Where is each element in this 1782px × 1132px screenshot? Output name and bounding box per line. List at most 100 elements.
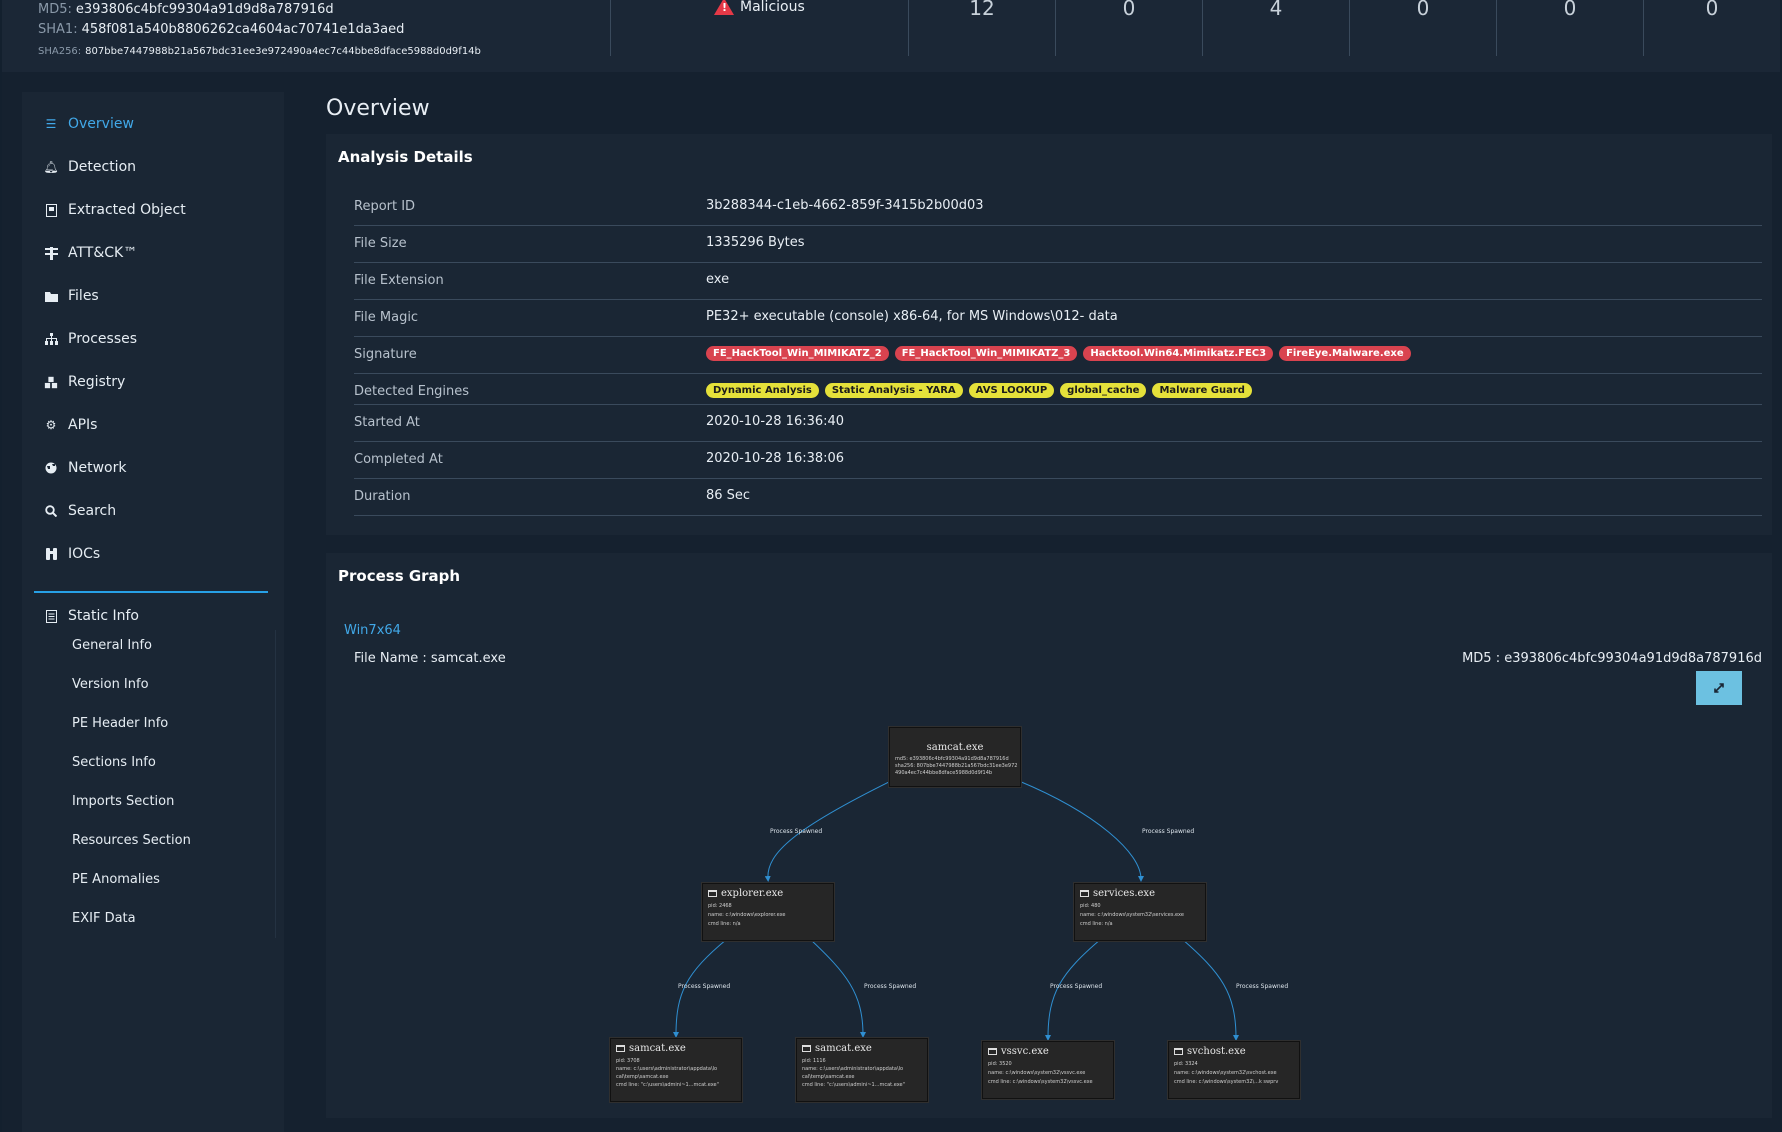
detail-row-started-at: Started At 2020-10-28 16:36:40 [354,405,1762,442]
node-meta: pid: 3324 name: c:\windows\system32\svch… [1174,1061,1279,1085]
bell-icon: 🔔︎ [43,160,59,174]
edge-explorer-samcat2 [809,938,866,1038]
detail-row-completed-at: Completed At 2020-10-28 16:38:06 [354,442,1762,479]
stat-column: 0 [1496,0,1643,56]
engine-tags: Dynamic Analysis Static Analysis - YARA … [706,383,1252,398]
detail-row-file-size: File Size 1335296 Bytes [354,226,1762,263]
stat-value: 12 [969,0,995,20]
process-node-samcat-1[interactable]: samcat.exe pid: 3708 name: c:\users\admi… [610,1038,742,1102]
engine-tag: Malware Guard [1152,383,1252,398]
verdict-badge: Malicious [714,0,805,15]
engine-tag: AVS LOOKUP [968,383,1055,398]
completed-at-value: 2020-10-28 16:38:06 [706,451,845,466]
sidebar-item-files[interactable]: Files [44,284,99,308]
sitemap-icon [44,332,58,346]
node-title: samcat.exe [797,1039,927,1054]
detail-row-detected-engines: Detected Engines Dynamic Analysis Static… [354,374,1762,405]
sidebar-item-extracted-object[interactable]: Extracted Object [44,198,186,222]
sidebar-item-search[interactable]: Search [44,499,116,523]
stat-column: 12 [908,0,1055,56]
sidebar: ☰ Overview 🔔︎ Detection Extracted Object A… [22,92,284,1132]
warning-icon [714,0,734,15]
submenu-item-version-info[interactable]: Version Info [72,673,149,695]
sidebar-item-registry[interactable]: Registry [44,370,125,394]
node-meta: pid: 3708 name: c:\users\administrator\a… [616,1058,719,1088]
md5-line: MD5: e393806c4bfc99304a91d9d8a787916d [38,2,334,17]
detail-row-report-id: Report ID 3b288344-c1eb-4662-859f-3415b2… [354,189,1762,226]
node-title: explorer.exe [703,884,833,899]
process-node-explorer[interactable]: explorer.exe pid: 2468 name: c:\windows\… [702,883,834,941]
page-title: Overview [326,96,430,121]
process-node-services[interactable]: services.exe pid: 480 name: c:\windows\s… [1074,883,1206,941]
process-node-svchost[interactable]: svchost.exe pid: 3324 name: c:\windows\s… [1168,1041,1300,1099]
signature-tag: Hacktool.Win64.Mimikatz.FEC3 [1083,346,1274,361]
node-title: services.exe [1075,884,1205,899]
sidebar-item-overview[interactable]: ☰ Overview [44,112,134,136]
engine-tag: Static Analysis - YARA [824,383,963,398]
engine-tag: Dynamic Analysis [706,383,819,398]
sha1-line: SHA1: 458f081a540b8806262ca4604ac70741e1d… [38,22,405,37]
globe-icon [44,461,58,475]
md5-value: e393806c4bfc99304a91d9d8a787916d [75,2,334,17]
analysis-details-title: Analysis Details [338,148,473,166]
header-bar: MD5: e393806c4bfc99304a91d9d8a787916d SHA… [2,0,1780,72]
submenu-item-exif-data[interactable]: EXIF Data [72,907,136,929]
node-title: samcat.exe [926,742,984,753]
node-title: svchost.exe [1169,1042,1299,1057]
sidebar-item-detection[interactable]: 🔔︎ Detection [43,155,136,179]
sidebar-item-iocs[interactable]: IOCs [44,542,100,566]
sidebar-item-processes[interactable]: Processes [44,327,137,351]
process-graph-edges [673,729,1239,1041]
file-magic-value: PE32+ executable (console) x86-64, for M… [706,309,1118,324]
window-icon [1080,890,1089,897]
stat-column: 0 [1055,0,1202,56]
document-icon [44,203,58,217]
static-info-submenu: General Info Version Info PE Header Info… [58,630,276,938]
edge-label: Process Spawned [678,983,731,990]
search-icon [44,504,58,518]
sidebar-item-attack[interactable]: ATT&CK™ [44,241,137,265]
window-icon [708,890,717,897]
detail-row-duration: Duration 86 Sec [354,479,1762,516]
sidebar-item-apis[interactable]: ⚙ APIs [44,413,98,437]
detail-row-signature: Signature FE_HackTool_Win_MIMIKATZ_2 FE_… [354,337,1762,374]
detail-row-file-magic: File Magic PE32+ executable (console) x8… [354,300,1762,337]
edge-label: Process Spawned [1236,983,1289,990]
node-meta: pid: 480 name: c:\windows\system32\servi… [1080,903,1184,927]
cubes-icon [44,375,58,389]
stat-value: 0 [1416,0,1430,20]
submenu-item-resources-section[interactable]: Resources Section [72,829,191,851]
cogs-icon: ⚙ [45,418,57,432]
started-at-value: 2020-10-28 16:36:40 [706,414,845,429]
filter-icon [44,246,58,260]
window-icon [616,1045,625,1052]
sidebar-item-static-info[interactable]: Static Info [44,604,139,628]
stat-column: 0 [1643,0,1780,56]
file-extension-value: exe [706,272,730,287]
duration-value: 86 Sec [706,488,751,503]
window-icon [802,1045,811,1052]
report-id-value: 3b288344-c1eb-4662-859f-3415b2b00d03 [706,198,984,213]
window-icon [1174,1048,1183,1055]
list-icon: ☰ [45,117,57,131]
submenu-item-general-info[interactable]: General Info [72,634,152,656]
binoculars-icon [44,547,58,561]
process-node-vssvc[interactable]: vssvc.exe pid: 3520 name: c:\windows\sys… [982,1041,1114,1099]
submenu-item-pe-anomalies[interactable]: PE Anomalies [72,868,160,890]
sidebar-item-network[interactable]: Network [44,456,126,480]
submenu-item-pe-header-info[interactable]: PE Header Info [72,712,168,734]
app-frame: MD5: e393806c4bfc99304a91d9d8a787916d SHA… [2,0,1780,1132]
stat-column: 4 [1202,0,1349,56]
signature-tags: FE_HackTool_Win_MIMIKATZ_2 FE_HackTool_W… [706,346,1411,361]
edge-label: Process Spawned [1050,983,1103,990]
edge-label: Process Spawned [864,983,917,990]
sha256-line: SHA256: 807bbe7447988b21a567bdc31ee3e9724… [38,46,481,57]
submenu-item-imports-section[interactable]: Imports Section [72,790,174,812]
submenu-item-sections-info[interactable]: Sections Info [72,751,156,773]
node-meta: pid: 2468 name: c:\windows\explorer.exe … [708,903,786,927]
sidebar-divider [34,591,268,593]
edge-label: Process Spawned [1142,828,1195,835]
process-node-root[interactable]: samcat.exe md5: e393806c4bfc99304a91d9d8… [889,727,1021,787]
process-node-samcat-2[interactable]: samcat.exe pid: 1116 name: c:\users\admi… [796,1038,928,1102]
sha1-value: 458f081a540b8806262ca4604ac70741e1da3aed [81,22,405,37]
